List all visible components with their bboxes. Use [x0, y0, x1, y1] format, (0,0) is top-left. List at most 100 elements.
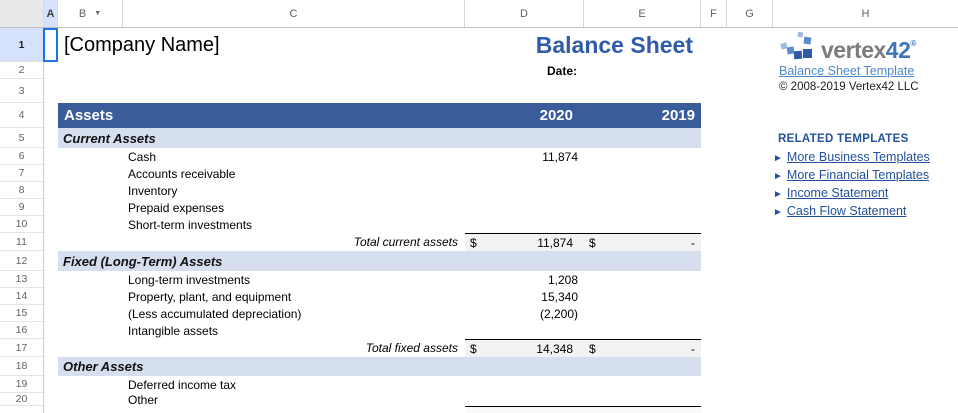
related-templates-header: RELATED TEMPLATES [778, 133, 909, 145]
year-2020-header[interactable]: 2020 [465, 103, 573, 128]
copyright-text: © 2008-2019 Vertex42 LLC [779, 81, 919, 93]
link-more-financial-templates[interactable]: ►More Financial Templates [773, 168, 930, 182]
item-value-2020-cell[interactable] [465, 182, 578, 199]
link-arrow-icon: ► [773, 189, 783, 200]
select-all-corner[interactable] [0, 0, 44, 27]
row-header-3[interactable]: 3 [0, 79, 43, 103]
item-label-cell[interactable]: Short-term investments [128, 216, 252, 233]
balance-sheet-title[interactable]: Balance Sheet [465, 28, 693, 62]
sheet-row: Other Assets [44, 357, 958, 376]
sheet-row: Short-term investments [44, 216, 958, 233]
link-label: Income Statement [787, 186, 888, 200]
item-label-cell[interactable]: Intangible assets [128, 322, 218, 339]
item-value-2020-cell[interactable] [465, 216, 578, 233]
row-header-7[interactable]: 7 [0, 165, 43, 182]
item-value-2020-cell[interactable] [465, 393, 578, 406]
assets-header-label: Assets [58, 107, 113, 124]
related-templates-list: ►More Business Templates ►More Financial… [773, 150, 930, 218]
item-value-2020-cell[interactable] [465, 199, 578, 216]
row-header-19[interactable]: 19 [0, 376, 43, 393]
row-header-20[interactable]: 20 [0, 393, 43, 406]
column-header-g[interactable]: G [727, 0, 773, 27]
row-header-16[interactable]: 16 [0, 322, 43, 339]
company-name-cell[interactable]: [Company Name] [64, 28, 220, 62]
column-header-e[interactable]: E [584, 0, 701, 27]
total-value-2019: - [584, 340, 695, 357]
item-label-cell[interactable]: Inventory [128, 182, 177, 199]
vertex42-logo-text: vertex42® [821, 40, 916, 62]
total-fixed-assets-values[interactable]: $ 14,348 $ - [465, 339, 701, 357]
item-label-cell[interactable]: Deferred income tax [128, 376, 236, 393]
row-header-10[interactable]: 10 [0, 216, 43, 233]
row-header-1[interactable]: 1 [0, 28, 43, 62]
logo-brand-blue: 42 [886, 37, 911, 63]
logo-brand-gray: vertex [821, 37, 886, 63]
year-2019-header[interactable]: 2019 [584, 103, 695, 128]
item-value-2020-cell[interactable]: 15,340 [465, 288, 578, 305]
link-income-statement[interactable]: ► Income Statement [773, 186, 930, 200]
row-header-15[interactable]: 15 [0, 305, 43, 322]
row-header-8[interactable]: 8 [0, 182, 43, 199]
row-header-14[interactable]: 14 [0, 288, 43, 305]
total-current-assets-label[interactable]: Total current assets [123, 233, 458, 251]
spreadsheet-app: A B ▼ C D E F G H 1 2 3 4 5 6 7 8 9 10 1… [0, 0, 958, 413]
item-value-2020-cell[interactable]: 1,208 [465, 271, 578, 288]
row-header-2[interactable]: 2 [0, 62, 43, 79]
section-band-fixed-assets[interactable]: Fixed (Long-Term) Assets [58, 251, 701, 271]
selected-cell-a1[interactable] [43, 28, 58, 62]
column-dropdown-icon[interactable]: ▼ [94, 10, 101, 17]
column-header-b[interactable]: B ▼ [58, 0, 123, 27]
total-value-2019: - [584, 234, 695, 251]
item-value-2020-cell[interactable]: (2,200) [465, 305, 578, 322]
link-label: Cash Flow Statement [787, 204, 907, 218]
column-header-c[interactable]: C [123, 0, 465, 27]
item-value-2020-cell[interactable] [465, 322, 578, 339]
total-current-assets-values[interactable]: $ 11,874 $ - [465, 233, 701, 251]
row-header-4[interactable]: 4 [0, 103, 43, 128]
section-label: Other Assets [58, 359, 143, 374]
sheet-row: Other [44, 393, 958, 406]
row-header-9[interactable]: 9 [0, 199, 43, 216]
sheet-row: (Less accumulated depreciation) (2,200) [44, 305, 958, 322]
row-header-12[interactable]: 12 [0, 251, 43, 271]
row-header-18[interactable]: 18 [0, 357, 43, 376]
row-header-6[interactable]: 6 [0, 148, 43, 165]
item-label-cell[interactable]: Prepaid expenses [128, 199, 224, 216]
section-band-other-assets[interactable]: Other Assets [58, 357, 701, 376]
sheet-row: Deferred income tax [44, 376, 958, 393]
row-header-gutter: 1 2 3 4 5 6 7 8 9 10 11 12 13 14 15 16 1… [0, 28, 44, 413]
vertex42-logo-icon [780, 30, 818, 62]
row-header-17[interactable]: 17 [0, 339, 43, 357]
sheet-row: Property, plant, and equipment 15,340 [44, 288, 958, 305]
section-band-current-assets[interactable]: Current Assets [58, 128, 701, 148]
row-header-5[interactable]: 5 [0, 128, 43, 148]
link-cash-flow-statement[interactable]: ► Cash Flow Statement [773, 204, 930, 218]
item-value-2020-cell[interactable]: 11,874 [465, 148, 578, 165]
item-label-cell[interactable]: Accounts receivable [128, 165, 235, 182]
column-header-d[interactable]: D [465, 0, 584, 27]
sheet-row: Assets 2020 2019 [44, 103, 958, 128]
item-value-2020-cell[interactable] [465, 165, 578, 182]
item-label-cell[interactable]: Other [128, 393, 158, 406]
row-header-11[interactable]: 11 [0, 233, 43, 251]
item-label-cell[interactable]: Cash [128, 148, 156, 165]
link-arrow-icon: ► [773, 171, 783, 182]
link-arrow-icon: ► [773, 153, 783, 164]
balance-sheet-template-link[interactable]: Balance Sheet Template [779, 64, 914, 78]
date-label-cell[interactable]: Date: [465, 62, 577, 79]
column-header-a[interactable]: A [44, 0, 58, 27]
item-label-cell[interactable]: Property, plant, and equipment [128, 288, 291, 305]
total-value-2020: 14,348 [465, 340, 573, 357]
item-label-cell[interactable]: (Less accumulated depreciation) [128, 305, 301, 322]
column-header-h[interactable]: H [773, 0, 958, 27]
partial-total-row-border [465, 406, 701, 413]
link-more-business-templates[interactable]: ►More Business Templates [773, 150, 930, 164]
item-label-cell[interactable]: Long-term investments [128, 271, 250, 288]
row-header-13[interactable]: 13 [0, 271, 43, 288]
column-header-f[interactable]: F [701, 0, 727, 27]
section-label: Current Assets [58, 131, 156, 146]
link-arrow-icon: ► [773, 207, 783, 218]
sheet-row: Total current assets $ 11,874 $ - [44, 233, 958, 251]
item-value-2020-cell[interactable] [465, 376, 578, 393]
total-fixed-assets-label[interactable]: Total fixed assets [123, 339, 458, 357]
